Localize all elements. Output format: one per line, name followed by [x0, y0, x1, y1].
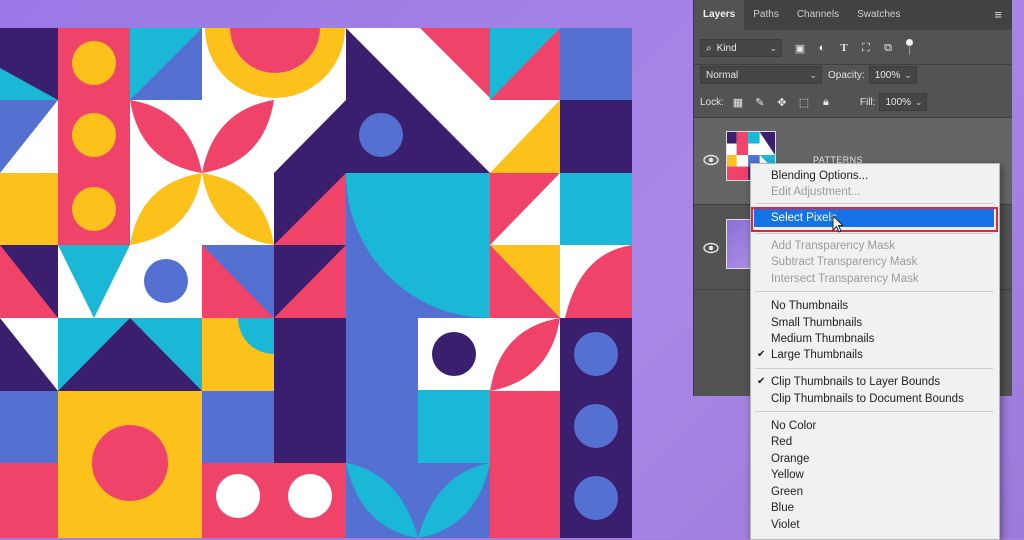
eye-visibility-icon[interactable]: [703, 242, 719, 254]
blend-mode-value: Normal: [706, 69, 739, 81]
eye-visibility-icon[interactable]: [703, 154, 719, 166]
shape-filter-icon[interactable]: ⛶: [858, 40, 874, 56]
search-icon: ⌕: [706, 42, 712, 54]
artboard-lock-icon[interactable]: ⬚: [796, 94, 812, 110]
menu-item-green[interactable]: Green: [751, 484, 997, 500]
fill-input[interactable]: 100% ⌄: [879, 93, 928, 111]
menu-item-small-thumbnails[interactable]: Small Thumbnails: [751, 315, 997, 331]
lock-fill-row: Lock: ▦ ✎ ✥ ⬚ 🔒︎ Fill: 100% ⌄: [694, 90, 1012, 114]
menu-item-clip-document-bounds[interactable]: Clip Thumbnails to Document Bounds: [751, 391, 997, 407]
menu-item-blue[interactable]: Blue: [751, 500, 997, 516]
tab-channels[interactable]: Channels: [788, 0, 848, 30]
menu-item-violet[interactable]: Violet: [751, 517, 997, 533]
menu-item-clip-layer-bounds-label: Clip Thumbnails to Layer Bounds: [771, 376, 941, 388]
filter-kind-select[interactable]: ⌕ Kind ⌄: [700, 39, 782, 57]
menu-item-add-transparency-mask: Add Transparency Mask: [771, 240, 896, 252]
tab-paths[interactable]: Paths: [744, 0, 788, 30]
filter-kind-label: Kind: [716, 42, 737, 54]
lock-position-icon[interactable]: ✥: [774, 94, 790, 110]
fill-value: 100%: [885, 96, 912, 108]
fill-label: Fill:: [859, 96, 876, 108]
menu-item-clip-layer-bounds[interactable]: ✔ Clip Thumbnails to Layer Bounds: [751, 374, 997, 390]
filter-toggle-icon[interactable]: [904, 39, 914, 57]
menu-item-large-thumbnails-label: Large Thumbnails: [771, 349, 863, 361]
menu-item-blending-options[interactable]: Blending Options...: [751, 168, 997, 184]
opacity-label: Opacity:: [828, 69, 865, 81]
chevron-down-icon: ⌄: [914, 96, 923, 107]
chevron-down-icon: ⌄: [904, 69, 912, 80]
type-filter-icon[interactable]: T: [836, 40, 852, 56]
menu-item-edit-adjustment: Edit Adjustment...: [771, 186, 861, 198]
opacity-input[interactable]: 100% ⌄: [868, 66, 917, 84]
blend-mode-select[interactable]: Normal ⌄: [700, 66, 822, 84]
menu-item-no-thumbnails[interactable]: No Thumbnails: [751, 298, 997, 314]
opacity-value: 100%: [874, 69, 901, 81]
lock-transparent-pixels-icon[interactable]: ▦: [730, 94, 746, 110]
adjustment-filter-icon[interactable]: ◐: [814, 40, 830, 56]
menu-item-no-color[interactable]: No Color: [751, 418, 997, 434]
menu-item-large-thumbnails[interactable]: ✔ Large Thumbnails: [751, 347, 997, 363]
menu-item-intersect-transparency-mask: Intersect Transparency Mask: [771, 273, 919, 285]
checkmark-icon: ✔: [757, 376, 766, 387]
filter-row: ⌕ Kind ⌄ ▣ ◐ T ⛶ ⧉: [694, 36, 1012, 60]
tab-swatches[interactable]: Swatches: [848, 0, 909, 30]
mouse-pointer-icon: [832, 215, 844, 233]
geometric-pattern-artwork: [0, 28, 632, 538]
menu-item-orange[interactable]: Orange: [751, 451, 997, 467]
menu-item-red[interactable]: Red: [751, 434, 997, 450]
menu-item-yellow[interactable]: Yellow: [751, 467, 997, 483]
highlight-outline: [751, 207, 998, 232]
lock-image-pixels-icon[interactable]: ✎: [752, 94, 768, 110]
chevron-down-icon: ⌄: [809, 69, 817, 80]
checkmark-icon: ✔: [757, 349, 766, 360]
menu-item-subtract-transparency-mask: Subtract Transparency Mask: [771, 256, 918, 268]
menu-item-medium-thumbnails[interactable]: Medium Thumbnails: [751, 331, 997, 347]
smart-object-filter-icon[interactable]: ⧉: [880, 40, 896, 56]
pixel-filter-icon[interactable]: ▣: [792, 40, 808, 56]
panel-tabs: Layers Paths Channels Swatches ≡: [694, 0, 1012, 30]
lock-label: Lock:: [700, 96, 724, 108]
lock-all-icon[interactable]: 🔒︎: [818, 94, 834, 110]
tab-layers[interactable]: Layers: [694, 0, 745, 30]
chevron-down-icon: ⌄: [769, 42, 777, 53]
blend-opacity-row: Normal ⌄ Opacity: 100% ⌄: [694, 63, 1012, 87]
panel-menu-icon[interactable]: ≡: [994, 0, 1012, 30]
